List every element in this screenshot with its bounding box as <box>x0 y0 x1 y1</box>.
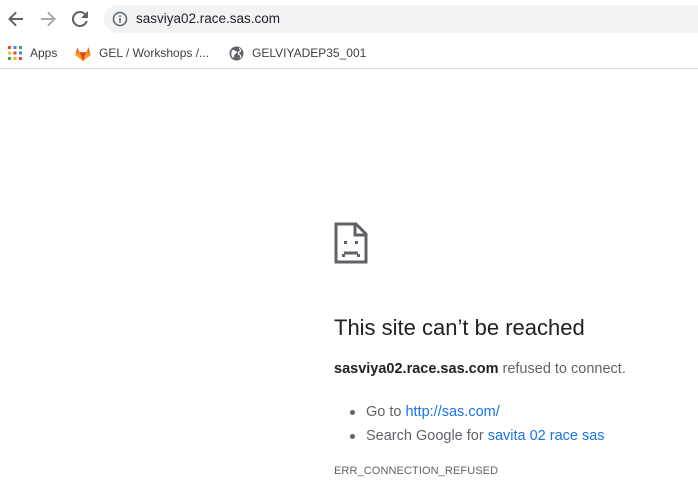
reload-icon <box>71 10 88 27</box>
error-message: sasviya02.race.sas.com refused to connec… <box>334 361 626 377</box>
list-item: Search Google for savita 02 race sas <box>350 424 605 448</box>
bookmark-label: Apps <box>30 46 58 60</box>
error-message-suffix: refused to connect. <box>502 361 626 377</box>
suggestion-prefix: Search Google for <box>366 428 484 444</box>
bookmark-apps[interactable]: Apps <box>8 42 57 64</box>
bookmark-gel-workshops[interactable]: GEL / Workshops /... <box>75 42 209 64</box>
address-url[interactable]: sasviya02.race.sas.com <box>136 11 280 26</box>
globe-icon <box>229 46 244 61</box>
sad-page-icon <box>334 222 368 269</box>
arrow-left-icon <box>8 11 23 27</box>
back-button[interactable] <box>6 9 26 29</box>
info-icon[interactable] <box>112 11 128 32</box>
gitlab-icon <box>75 46 91 61</box>
error-title: This site can’t be reached <box>334 315 585 340</box>
list-item: Go to http://sas.com/ <box>350 400 605 424</box>
suggestion-prefix: Go to <box>366 404 402 420</box>
bookmarks-bar: Apps GEL / Workshops /... GELVIYADEP35_0… <box>0 38 698 69</box>
suggestions-list: Go to http://sas.com/ Search Google for … <box>350 400 605 448</box>
search-google-link[interactable]: savita 02 race sas <box>488 428 605 444</box>
error-code: ERR_CONNECTION_REFUSED <box>334 465 499 477</box>
reload-button[interactable] <box>70 9 90 29</box>
address-bar[interactable]: sasviya02.race.sas.com <box>104 5 698 33</box>
bookmark-label: GELVIYADEP35_001 <box>252 46 367 60</box>
forward-button[interactable] <box>38 9 58 29</box>
bookmark-label: GEL / Workshops /... <box>99 46 210 60</box>
arrow-right-icon <box>41 11 56 27</box>
apps-grid-icon <box>8 46 22 60</box>
error-host: sasviya02.race.sas.com <box>334 361 499 377</box>
error-page: This site can’t be reached sasviya02.rac… <box>0 70 698 504</box>
bookmark-gelviyadep35[interactable]: GELVIYADEP35_001 <box>229 42 366 64</box>
browser-toolbar: sasviya02.race.sas.com <box>0 0 698 38</box>
site-link[interactable]: http://sas.com/ <box>405 404 499 420</box>
